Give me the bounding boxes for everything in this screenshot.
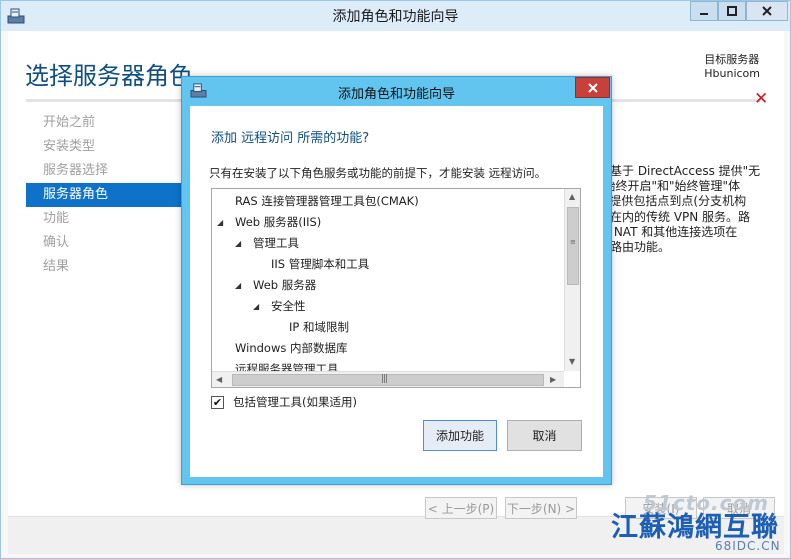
tree-item[interactable]: Windows 内部数据库 [235,340,348,356]
include-tools-checkbox[interactable]: ✔ [211,395,224,409]
main-titlebar: 添加角色和功能向导 [1,1,790,31]
target-server-name: Hbunicom [704,67,760,80]
watermark-sub-text: 68IDC.CN [715,539,781,553]
close-icon [587,82,598,93]
nav-item-installation-type[interactable]: 安装类型 [26,135,186,159]
include-tools-label[interactable]: 包括管理工具(如果适用) [233,394,357,410]
tree-item[interactable]: Web 服务器(IIS) [235,214,321,230]
required-features-list[interactable]: RAS 连接管理器管理工具包(CMAK) ◢ Web 服务器(IIS) ◢ 管理… [211,188,581,388]
nav-item-results[interactable]: 结果 [26,255,186,279]
role-description: 间基于 DirectAccess 提供"无 "始终开启"和"始终管理"体 S 提… [598,164,774,255]
page-title: 选择服务器角色 [25,62,193,90]
dialog-message: 只有在安装了以下角色服务或功能的前提下，才能安装 远程访问。 [209,166,547,180]
tree-item[interactable]: Web 服务器 [253,277,316,293]
expand-arrow-icon[interactable]: ◢ [235,281,241,290]
nav-item-before-you-begin[interactable]: 开始之前 [26,111,186,135]
horizontal-scrollbar[interactable]: ◀ ||| ▶ [212,371,564,387]
watermark-logo: 51cto.com 江蘇鴻網互聯 68IDC.CN [611,491,791,557]
dialog-titlebar: 添加角色和功能向导 [182,77,611,104]
next-button[interactable]: 下一步(N) > [505,497,577,519]
description-line: S 提供包括点到点(分支机构 [598,194,747,209]
tree-item[interactable]: 管理工具 [253,235,299,251]
target-server-info: 目标服务器 Hbunicom [704,53,760,81]
dialog-close-button[interactable] [575,77,610,98]
main-window-title: 添加角色和功能向导 [332,9,459,25]
grip-icon: ||| [381,374,388,384]
maximize-button[interactable] [718,1,746,21]
vertical-scrollbar[interactable]: ▲ ≡ ▼ [564,189,580,371]
nav-item-features[interactable]: 功能 [26,207,186,231]
wizard-nav: 开始之前 安装类型 服务器选择 服务器角色 功能 确认 结果 [26,111,186,279]
nav-item-server-selection[interactable]: 服务器选择 [26,159,186,183]
description-line: 间基于 DirectAccess 提供"无 [598,164,761,178]
expand-arrow-icon[interactable]: ◢ [235,239,241,248]
tree-item[interactable]: RAS 连接管理器管理工具包(CMAK) [235,193,419,209]
maximize-icon [727,6,737,16]
horizontal-scroll-thumb[interactable]: ||| [232,374,544,386]
scroll-up-icon[interactable]: ▲ [569,192,575,201]
scroll-down-icon[interactable]: ▼ [569,357,575,366]
add-features-button[interactable]: 添加功能 [423,420,497,451]
add-features-dialog: 添加角色和功能向导 添加 远程访问 所需的功能? 只有在安装了以下角色服务或功能… [181,76,612,485]
include-tools-option[interactable]: ✔ 包括管理工具(如果适用) [211,394,357,410]
grip-icon: ≡ [570,238,576,246]
expand-arrow-icon[interactable]: ◢ [253,302,259,311]
close-window-button[interactable] [746,1,788,21]
dialog-heading: 添加 远程访问 所需的功能? [211,131,370,146]
dialog-title: 添加角色和功能向导 [337,87,455,102]
error-x-icon[interactable]: ✕ [754,89,768,109]
vertical-scroll-thumb[interactable]: ≡ [567,207,579,285]
dialog-body: 添加 远程访问 所需的功能? 只有在安装了以下角色服务或功能的前提下，才能安装 … [190,106,603,477]
close-icon [762,6,772,16]
scroll-left-icon[interactable]: ◀ [216,375,222,384]
nav-item-confirmation[interactable]: 确认 [26,231,186,255]
minimize-button[interactable] [690,1,718,21]
target-server-label: 目标服务器 [704,53,760,66]
nav-item-server-roles[interactable]: 服务器角色 [26,183,186,207]
tree-item[interactable]: 安全性 [271,298,306,314]
tree-item[interactable]: IP 和域限制 [289,319,349,335]
description-line: 接在内的传统 VPN 服务。路 [598,209,751,224]
dialog-cancel-button[interactable]: 取消 [507,420,582,451]
expand-arrow-icon[interactable]: ◢ [217,218,223,227]
description-line: "始终开启"和"始终管理"体 [598,179,741,194]
tree-item[interactable]: IIS 管理脚本和工具 [271,256,369,272]
description-line: 括 NAT 和其他连接选项在 [598,224,738,239]
scroll-right-icon[interactable]: ▶ [550,375,556,384]
minimize-icon [700,13,708,15]
previous-button[interactable]: < 上一步(P) [425,497,497,519]
description-line: 选路由功能。 [598,240,671,255]
